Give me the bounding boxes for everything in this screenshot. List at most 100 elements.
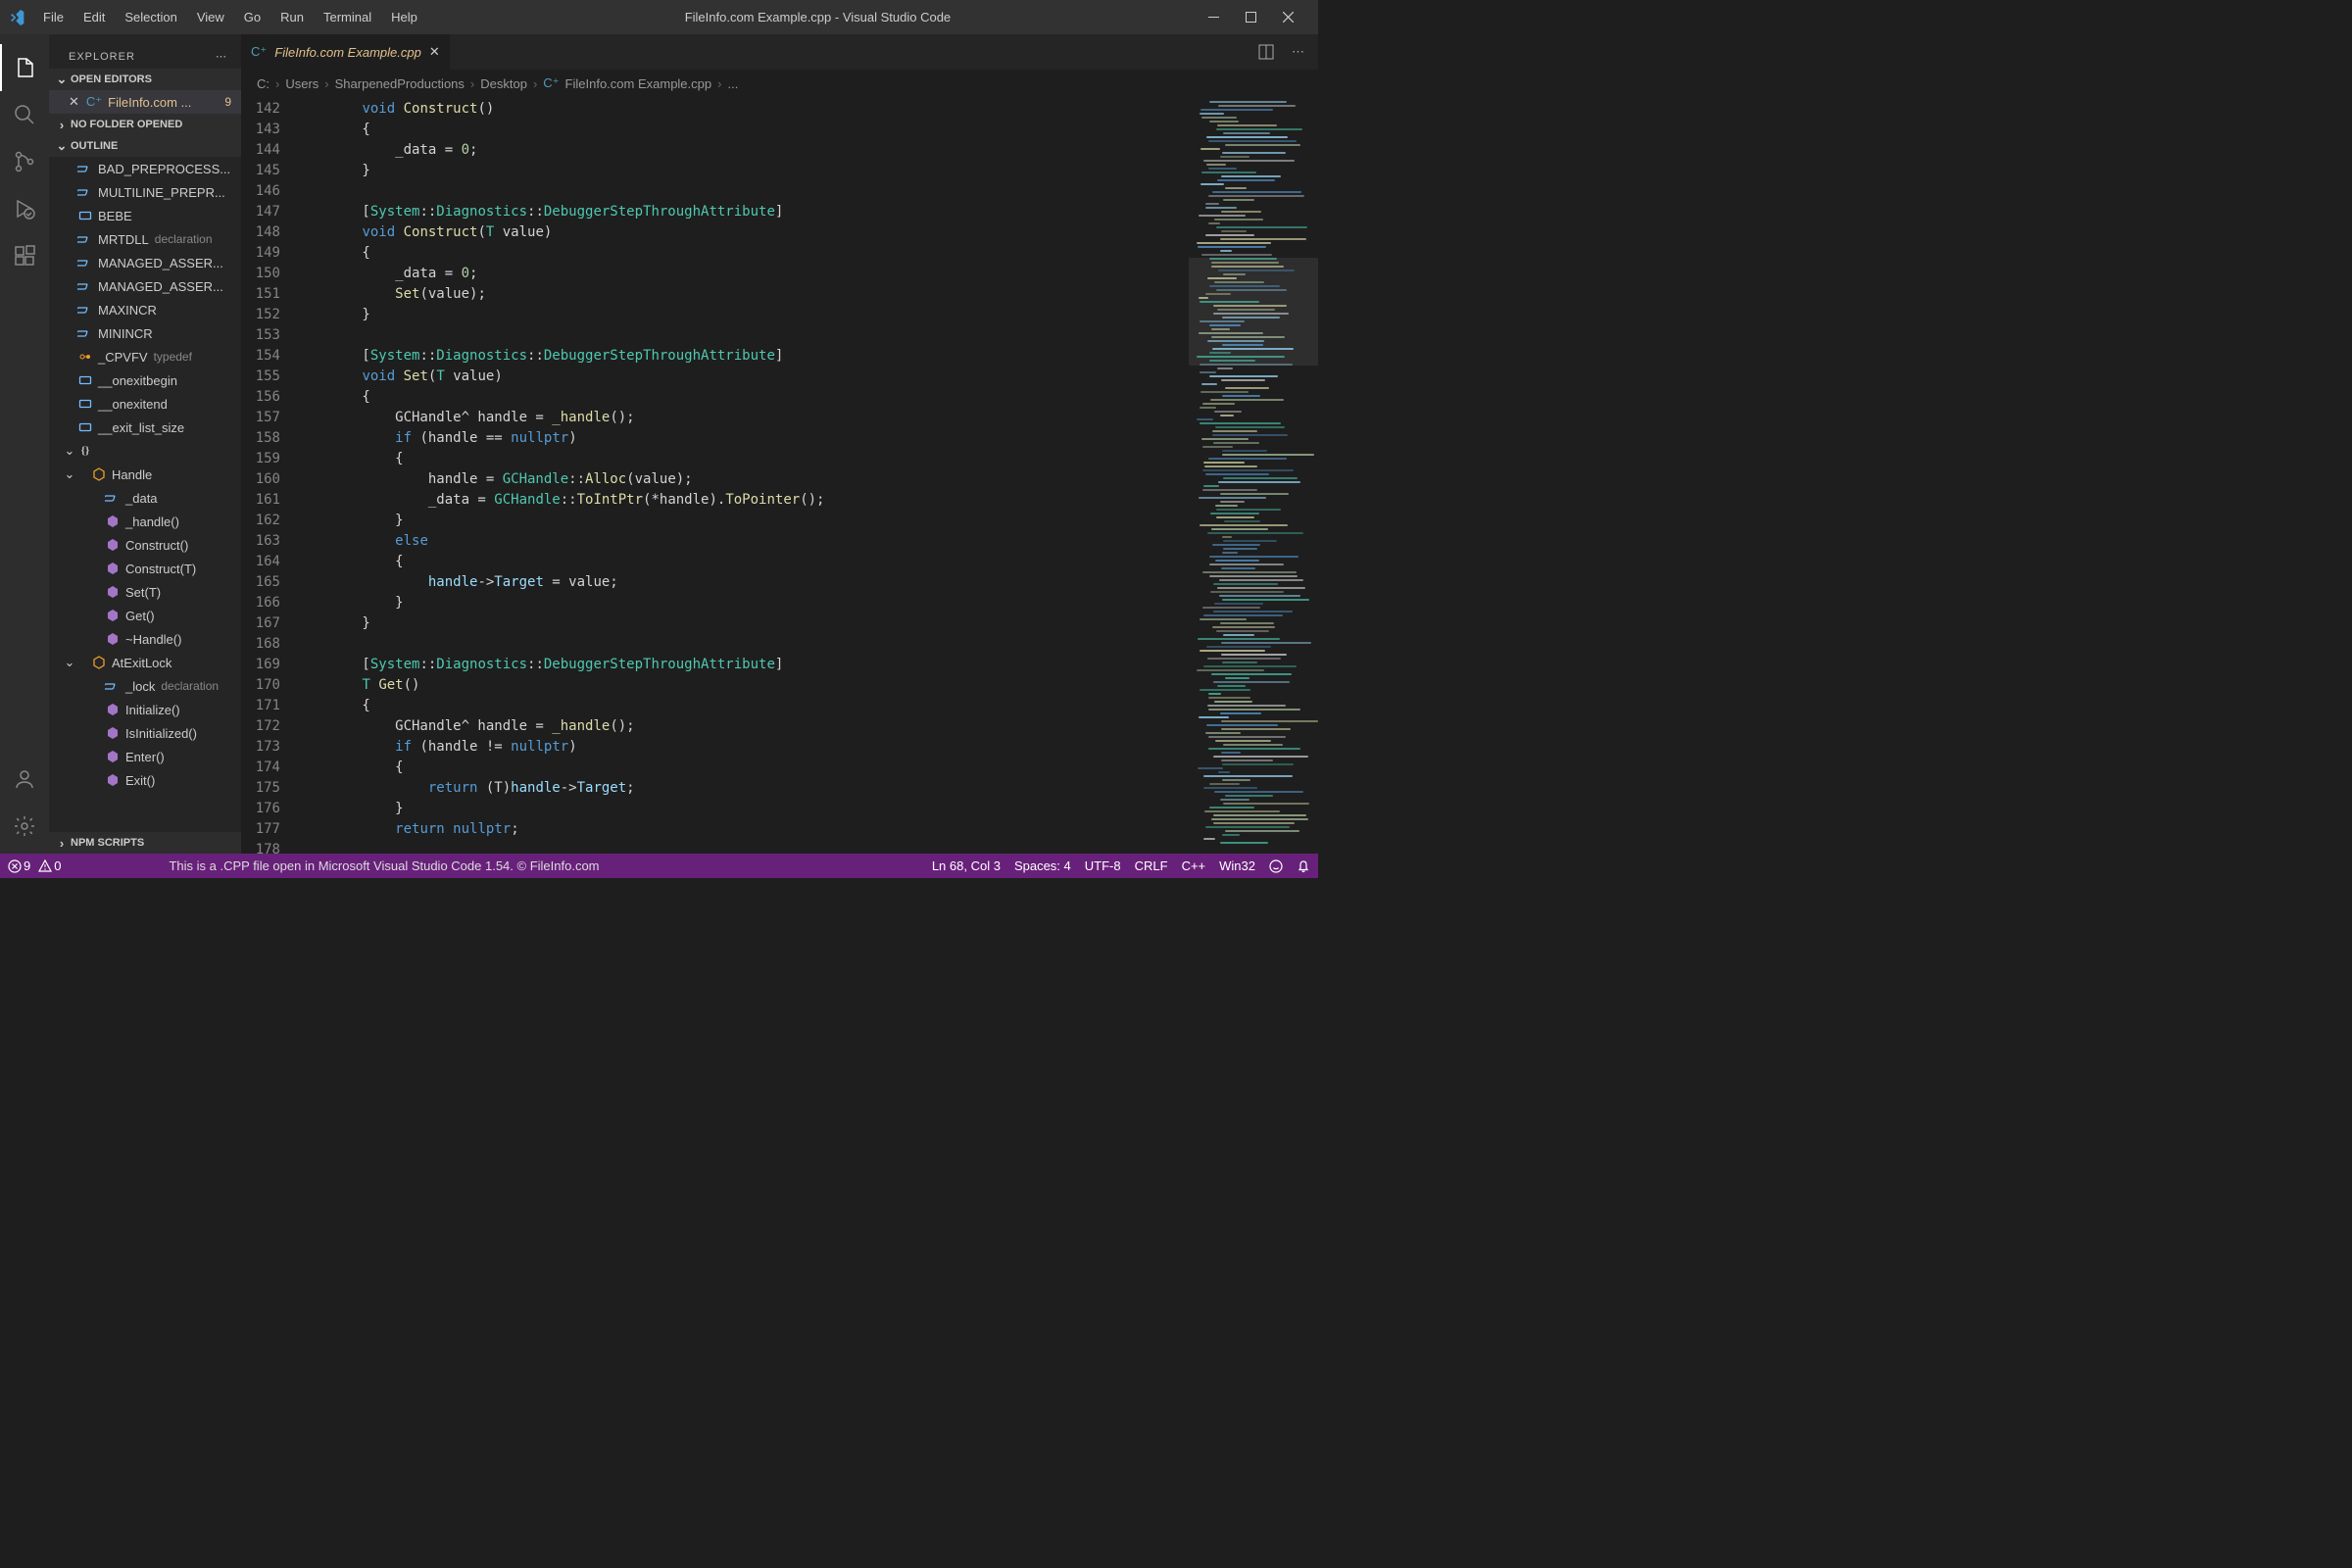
outline-item[interactable]: _handle() (49, 510, 241, 533)
outline-item-label: MININCR (98, 326, 153, 341)
outline-item[interactable]: Set(T) (49, 580, 241, 604)
eol[interactable]: CRLF (1135, 858, 1168, 873)
method-symbol-icon (104, 536, 122, 554)
open-editor-item[interactable]: ✕ C⁺ FileInfo.com ... 9 (49, 90, 241, 114)
os[interactable]: Win32 (1219, 858, 1255, 873)
menu-help[interactable]: Help (381, 10, 427, 24)
outline-header[interactable]: ⌄ OUTLINE (49, 135, 241, 157)
editor-actions: ⋯ (1258, 34, 1318, 70)
outline-item[interactable]: ⌄Handle (49, 463, 241, 486)
menu-edit[interactable]: Edit (74, 10, 115, 24)
crumb-file[interactable]: FileInfo.com Example.cpp (565, 76, 712, 91)
outline-item[interactable]: __onexitbegin (49, 368, 241, 392)
outline-item[interactable]: __onexitend (49, 392, 241, 416)
outline-item[interactable]: Initialize() (49, 698, 241, 721)
outline-item-label: Construct() (125, 538, 188, 553)
outline-item-label: _CPVFV (98, 350, 148, 365)
outline-item[interactable]: BAD_PREPROCESS... (49, 157, 241, 180)
outline-item[interactable]: ~Handle() (49, 627, 241, 651)
title-bar: File Edit Selection View Go Run Terminal… (0, 0, 1318, 34)
source-control-icon[interactable] (0, 138, 49, 185)
menu-file[interactable]: File (33, 10, 74, 24)
minimap[interactable] (1189, 97, 1318, 854)
menu-run[interactable]: Run (270, 10, 314, 24)
open-editors-header[interactable]: ⌄ OPEN EDITORS (49, 69, 241, 90)
outline-item[interactable]: MININCR (49, 321, 241, 345)
minimize-button[interactable] (1208, 12, 1228, 23)
menu-go[interactable]: Go (234, 10, 270, 24)
cursor-position[interactable]: Ln 68, Col 3 (932, 858, 1001, 873)
outline-item[interactable]: _data (49, 486, 241, 510)
outline-item[interactable]: IsInitialized() (49, 721, 241, 745)
menu-selection[interactable]: Selection (115, 10, 186, 24)
var-symbol-icon (76, 418, 94, 436)
crumb-desktop[interactable]: Desktop (480, 76, 527, 91)
search-icon[interactable] (0, 91, 49, 138)
close-button[interactable] (1283, 12, 1302, 23)
error-count: 9 (24, 858, 30, 873)
crumb-drive[interactable]: C: (257, 76, 270, 91)
menu-terminal[interactable]: Terminal (314, 10, 381, 24)
field-symbol-icon (76, 183, 94, 201)
indentation[interactable]: Spaces: 4 (1014, 858, 1071, 873)
more-actions-icon[interactable]: ⋯ (1292, 44, 1304, 60)
menu-view[interactable]: View (187, 10, 234, 24)
maximize-button[interactable] (1246, 12, 1265, 23)
outline-item-label: MULTILINE_PREPR... (98, 185, 225, 200)
outline-item[interactable]: _CPVFVtypedef (49, 345, 241, 368)
warnings-indicator[interactable]: 0 (38, 858, 61, 873)
outline-item-label: _lock (125, 679, 155, 694)
outline-item[interactable]: Get() (49, 604, 241, 627)
language-mode[interactable]: C++ (1182, 858, 1206, 873)
explorer-icon[interactable] (0, 44, 49, 91)
split-editor-icon[interactable] (1258, 44, 1274, 60)
breadcrumb[interactable]: C:› Users› SharpenedProductions› Desktop… (241, 70, 1318, 97)
cpp-file-icon: C⁺ (251, 44, 267, 60)
accounts-icon[interactable] (0, 760, 49, 807)
outline-item[interactable]: Construct(T) (49, 557, 241, 580)
outline-item[interactable]: MULTILINE_PREPR... (49, 180, 241, 204)
code-content[interactable]: void Construct() { _data = 0; } [System:… (296, 97, 1189, 854)
errors-indicator[interactable]: 9 (8, 858, 30, 873)
field-symbol-icon (76, 160, 94, 177)
crumb-folder[interactable]: SharpenedProductions (335, 76, 465, 91)
chevron-down-icon: ⌄ (53, 72, 71, 87)
outline-item[interactable]: Enter() (49, 745, 241, 768)
close-tab-icon[interactable]: ✕ (429, 44, 440, 60)
outline-item[interactable]: __exit_list_size (49, 416, 241, 439)
notifications-bell-icon[interactable] (1297, 859, 1310, 873)
outline-list: BAD_PREPROCESS...MULTILINE_PREPR...BEBEM… (49, 157, 241, 832)
outline-item[interactable]: ⌄{} (49, 439, 241, 463)
npm-scripts-header[interactable]: › NPM SCRIPTS (49, 832, 241, 854)
no-folder-header[interactable]: › NO FOLDER OPENED (49, 114, 241, 135)
outline-item[interactable]: ⌄AtExitLock (49, 651, 241, 674)
menu-bar: File Edit Selection View Go Run Terminal… (33, 10, 427, 24)
outline-item[interactable]: _lockdeclaration (49, 674, 241, 698)
outline-item[interactable]: BEBE (49, 204, 241, 227)
outline-item[interactable]: MANAGED_ASSER... (49, 251, 241, 274)
crumb-more[interactable]: ... (727, 76, 738, 91)
npm-label: NPM SCRIPTS (71, 837, 144, 849)
feedback-icon[interactable] (1269, 859, 1283, 873)
crumb-users[interactable]: Users (285, 76, 318, 91)
outline-item[interactable]: Exit() (49, 768, 241, 792)
field-symbol-icon (104, 489, 122, 507)
outline-item[interactable]: MRTDLLdeclaration (49, 227, 241, 251)
settings-gear-icon[interactable] (0, 807, 49, 854)
more-icon[interactable]: ⋯ (216, 50, 227, 63)
outline-item[interactable]: MAXINCR (49, 298, 241, 321)
close-editor-icon[interactable]: ✕ (69, 94, 79, 110)
var-symbol-icon (76, 371, 94, 389)
extensions-icon[interactable] (0, 232, 49, 279)
method-symbol-icon (104, 748, 122, 765)
status-message: This is a .CPP file open in Microsoft Vi… (61, 858, 931, 873)
outline-item[interactable]: MANAGED_ASSER... (49, 274, 241, 298)
run-debug-icon[interactable] (0, 185, 49, 232)
outline-item[interactable]: Construct() (49, 533, 241, 557)
outline-item-label: MRTDLL (98, 232, 149, 247)
outline-item-label: __exit_list_size (98, 420, 184, 435)
encoding[interactable]: UTF-8 (1085, 858, 1121, 873)
tab-active[interactable]: C⁺ FileInfo.com Example.cpp ✕ (241, 34, 451, 70)
editor-body[interactable]: 142 143 144 145 146 147 148 149 150 151 … (241, 97, 1318, 854)
var-symbol-icon (76, 207, 94, 224)
